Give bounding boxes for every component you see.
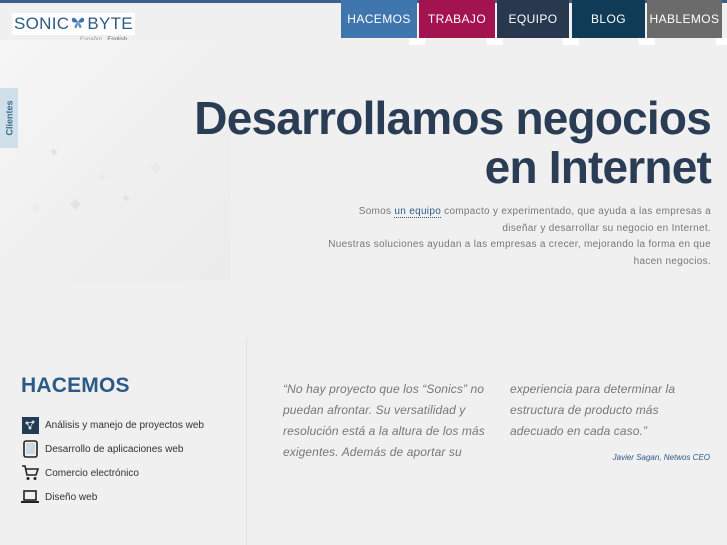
tablet-icon	[21, 440, 39, 458]
logo-text-right: BYTE	[87, 14, 133, 33]
decorative-shape-icon: ✦	[48, 144, 60, 160]
intro-text: compacto y experimentado, que ayuda a la…	[441, 206, 711, 234]
laptop-icon	[21, 488, 39, 506]
butterfly-icon	[71, 15, 85, 34]
team-link[interactable]: un equipo	[394, 206, 442, 218]
cart-icon	[21, 464, 39, 482]
clientes-side-tab[interactable]: Clientes	[0, 88, 18, 148]
intro-text-2: Nuestras soluciones ayudan a las empresa…	[328, 239, 711, 267]
analysis-icon	[21, 416, 39, 434]
testimonial-author: Javier Sagan, Netwos CEO	[612, 453, 710, 462]
nav-label: BLOG	[591, 12, 626, 26]
nav-tab-notch	[639, 38, 655, 45]
nav-label: HACEMOS	[347, 12, 411, 26]
nav-hablemos[interactable]: HABLEMOS	[647, 0, 727, 45]
nav-blog[interactable]: BLOG	[572, 0, 655, 45]
headline-line-2: en Internet	[484, 141, 712, 193]
decorative-shape-icon: ✧	[96, 170, 108, 186]
nav-label: TRABAJO	[427, 12, 487, 26]
service-label: Desarrollo de aplicaciones web	[45, 443, 184, 455]
column-divider	[246, 338, 247, 545]
testimonial-text-col1: “No hay proyecto que los “Sonics” no pue…	[283, 382, 485, 459]
nav-tab-notch	[409, 38, 425, 45]
decorative-shape-icon: ◆	[70, 195, 81, 211]
service-item[interactable]: Análisis y manejo de proyectos web	[21, 413, 204, 437]
nav-tab-notch	[563, 38, 579, 45]
testimonial-text-col2: experiencia para determinar la estructur…	[510, 382, 676, 438]
logo[interactable]: SONIC BYTE	[12, 13, 135, 35]
service-label: Análisis y manejo de proyectos web	[45, 419, 204, 431]
decorative-shape-icon: ✧	[30, 200, 42, 216]
nav-equipo[interactable]: EQUIPO	[497, 0, 579, 45]
service-label: Comercio electrónico	[45, 467, 139, 479]
logo-text-left: SONIC	[14, 14, 70, 33]
headline-line-1: Desarrollamos negocios	[194, 92, 712, 144]
hacemos-title: HACEMOS	[21, 374, 130, 397]
nav-label: EQUIPO	[508, 12, 558, 26]
service-item[interactable]: Desarrollo de aplicaciones web	[21, 437, 204, 461]
hero-intro: Somos un equipo compacto y experimentado…	[321, 204, 711, 270]
clientes-label: Clientes	[4, 100, 15, 136]
decorative-shape-icon: ✧	[150, 160, 162, 176]
decorative-shape-icon: ✦	[120, 190, 132, 206]
service-item[interactable]: Diseño web	[21, 485, 204, 509]
nav-tab-notch	[716, 38, 727, 45]
nav-label: HABLEMOS	[649, 12, 720, 26]
nav-tab-notch	[487, 38, 503, 45]
service-label: Diseño web	[45, 491, 98, 503]
hero-headline: Desarrollamos negocios en Internet	[194, 92, 712, 193]
services-list: Análisis y manejo de proyectos web Desar…	[21, 413, 204, 509]
main-nav: HACEMOS TRABAJO EQUIPO BLOG HABLEMOS	[341, 0, 727, 45]
nav-hacemos[interactable]: HACEMOS	[341, 0, 417, 38]
intro-text: Somos	[358, 206, 395, 217]
service-item[interactable]: Comercio electrónico	[21, 461, 204, 485]
nav-trabajo[interactable]: TRABAJO	[409, 0, 503, 45]
